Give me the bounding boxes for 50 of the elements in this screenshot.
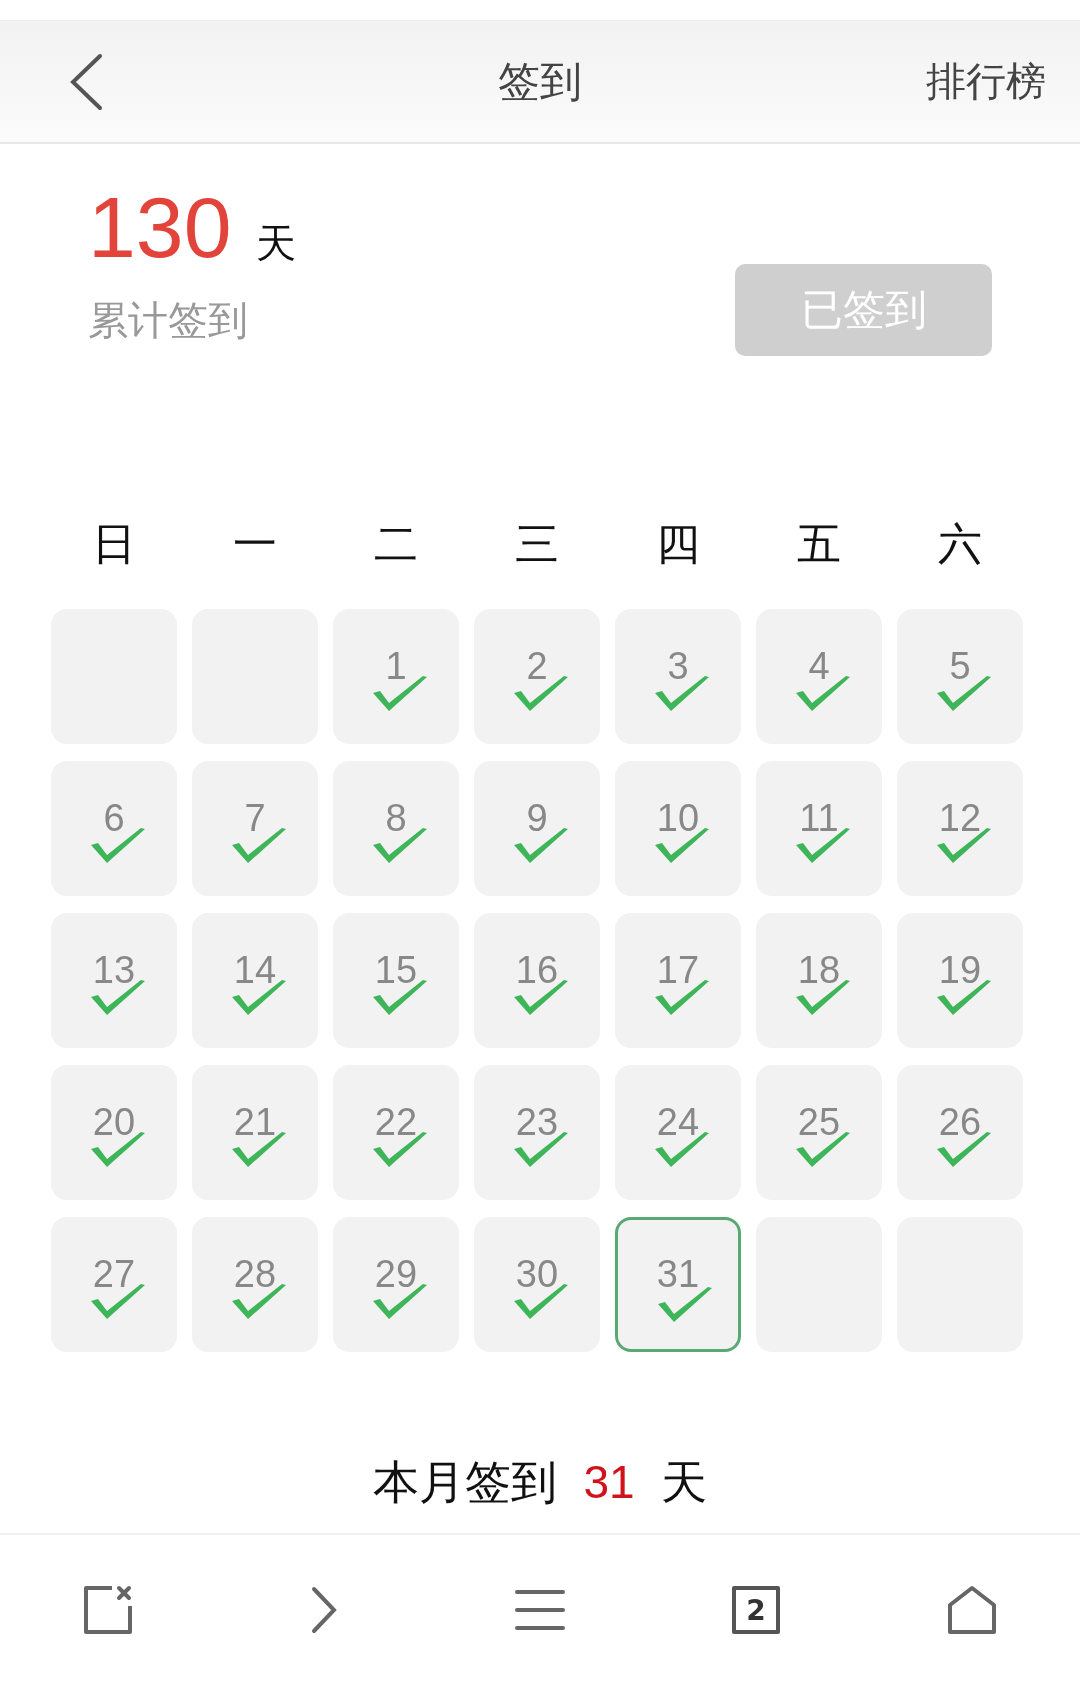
day-cell[interactable]: 11 [756, 761, 882, 896]
day-cell[interactable]: 23 [474, 1065, 600, 1200]
back-icon[interactable] [68, 52, 104, 111]
total-label: 累计签到 [88, 296, 249, 345]
day-cell[interactable]: 3 [615, 609, 741, 744]
day-cell[interactable]: 2 [474, 609, 600, 744]
day-cell[interactable]: 16 [474, 913, 600, 1048]
day-cell[interactable]: 25 [756, 1065, 882, 1200]
total-count: 130 [88, 184, 232, 270]
home-icon[interactable] [947, 1585, 997, 1635]
day-cell[interactable]: 6 [51, 761, 177, 896]
page-title: 签到 [498, 55, 582, 108]
weekday-label: 三 [514, 516, 560, 571]
weekday-label: 日 [91, 516, 137, 571]
day-cell[interactable]: 22 [333, 1065, 459, 1200]
day-cell[interactable]: 1 [333, 609, 459, 744]
day-cell[interactable]: 19 [897, 913, 1023, 1048]
leaderboard-link[interactable]: 排行榜 [926, 54, 1046, 109]
weekday-label: 五 [796, 516, 842, 571]
day-cell[interactable]: 12 [897, 761, 1023, 896]
day-cell[interactable]: 20 [51, 1065, 177, 1200]
day-cell[interactable]: 27 [51, 1217, 177, 1352]
day-cell[interactable]: 18 [756, 913, 882, 1048]
day-cell[interactable]: 28 [192, 1217, 318, 1352]
day-cell[interactable]: 5 [897, 609, 1023, 744]
day-cell[interactable]: 26 [897, 1065, 1023, 1200]
day-cell[interactable]: 10 [615, 761, 741, 896]
day-cell[interactable]: 8 [333, 761, 459, 896]
menu-icon[interactable] [514, 1588, 566, 1632]
tabs-button[interactable]: 2 [732, 1586, 780, 1634]
day-cell[interactable]: 9 [474, 761, 600, 896]
forward-icon[interactable] [310, 1586, 338, 1634]
day-cell[interactable]: 30 [474, 1217, 600, 1352]
count-unit: 天 [255, 219, 296, 268]
day-cell[interactable]: 14 [192, 913, 318, 1048]
day-cell[interactable]: 4 [756, 609, 882, 744]
weekday-label: 二 [373, 516, 419, 571]
day-cell[interactable]: 13 [51, 913, 177, 1048]
day-cell[interactable]: 17 [615, 913, 741, 1048]
day-cell[interactable]: 7 [192, 761, 318, 896]
weekday-label: 四 [655, 516, 701, 571]
weekday-label: 六 [937, 516, 983, 571]
close-tab-icon[interactable] [82, 1584, 134, 1636]
day-cell[interactable]: 21 [192, 1065, 318, 1200]
day-cell[interactable]: 15 [333, 913, 459, 1048]
day-cell[interactable]: 29 [333, 1217, 459, 1352]
day-cell[interactable]: 24 [615, 1065, 741, 1200]
month-summary: 本月签到 31 天 [372, 1454, 708, 1511]
weekday-label: 一 [232, 516, 278, 571]
day-cell[interactable]: 31 [615, 1217, 741, 1352]
